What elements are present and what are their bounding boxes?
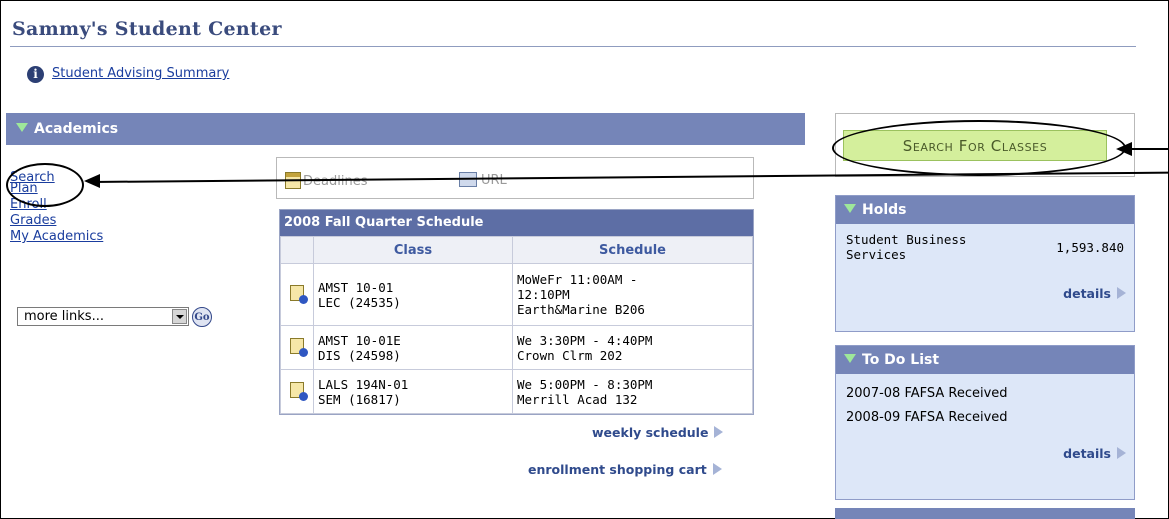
todo-item: 2007-08 FAFSA Received	[846, 386, 1008, 401]
holds-details-label: details	[1063, 286, 1111, 301]
table-row: AMST 10-01E DIS (24598) We 3:30PM - 4:40P…	[280, 325, 753, 370]
table-row: AMST 10-01 LEC (24535) MoWeFr 11:00AM -12…	[280, 263, 753, 326]
annotation-oval-search-button	[832, 120, 1126, 176]
todo-list: 2007-08 FAFSA Received 2008-09 FAFSA Rec…	[846, 382, 1008, 430]
tab-url-label: URL	[481, 173, 507, 188]
play-arrow-icon	[714, 426, 724, 438]
play-arrow-icon	[712, 463, 722, 475]
collapse-triangle-icon	[844, 354, 856, 363]
page-title: Sammy's Student Center	[12, 18, 282, 40]
todo-panel: To Do List 2007-08 FAFSA Received 2008-0…	[835, 345, 1135, 500]
schedule-panel: 2008 Fall Quarter Schedule Class Schedul…	[279, 209, 754, 415]
class-section: SEM (16817)	[318, 391, 401, 407]
schedule-time: We 3:30PM - 4:40PM	[517, 332, 653, 348]
weekly-schedule-label: weekly schedule	[592, 425, 709, 440]
collapse-triangle-icon	[16, 123, 28, 132]
hold-label-line1: Student Business	[846, 232, 967, 247]
class-code: AMST 10-01E	[318, 332, 401, 348]
todo-details-label: details	[1063, 446, 1111, 461]
weekly-schedule-link[interactable]: weekly schedule	[592, 425, 724, 440]
academics-header[interactable]: Academics	[6, 113, 805, 145]
nav-link-grades[interactable]: Grades	[10, 213, 103, 229]
todo-details-link[interactable]: details	[1063, 446, 1126, 461]
todo-body: 2007-08 FAFSA Received 2008-09 FAFSA Rec…	[836, 374, 1134, 505]
go-button[interactable]: Go	[192, 307, 212, 327]
annotation-oval-search-link	[6, 163, 84, 207]
column-header-class: Class	[313, 236, 513, 264]
holds-panel: Holds Student Business Services 1,593.84…	[835, 195, 1135, 332]
next-panel-header	[835, 508, 1135, 519]
enrollment-shopping-cart-link[interactable]: enrollment shopping cart	[528, 462, 722, 477]
tab-url[interactable]: URL	[459, 172, 507, 188]
class-calendar-icon[interactable]	[290, 382, 308, 401]
title-divider	[10, 46, 1136, 47]
hold-label-line2: Services	[846, 247, 907, 262]
enrollment-shopping-cart-label: enrollment shopping cart	[528, 462, 707, 477]
column-header-schedule: Schedule	[512, 236, 753, 264]
student-advising-summary-link[interactable]: Student Advising Summary	[52, 66, 229, 81]
tab-deadlines-label: Deadlines	[303, 174, 368, 189]
class-code: AMST 10-01	[318, 279, 394, 295]
schedule-time: MoWeFr 11:00AM -	[517, 272, 638, 287]
play-arrow-icon	[1117, 447, 1126, 459]
schedule-time-end: 12:10PM	[517, 287, 570, 302]
schedule-room: Merrill Acad 132	[517, 391, 638, 407]
schedule-room: Crown Clrm 202	[517, 347, 623, 363]
todo-header[interactable]: To Do List	[836, 346, 1134, 374]
schedule-table: Class Schedule AMST 10-01 LEC (24535) MoW…	[280, 236, 753, 414]
academics-header-label: Academics	[34, 121, 119, 137]
schedule-title: 2008 Fall Quarter Schedule	[280, 210, 753, 236]
class-calendar-icon[interactable]	[290, 338, 308, 357]
todo-item: 2008-09 FAFSA Received	[846, 410, 1008, 425]
table-row: LALS 194N-01 SEM (16817) We 5:00PM - 8:30…	[280, 369, 753, 414]
annotation-arrowhead	[84, 174, 100, 188]
icon-column-header	[280, 236, 314, 264]
info-icon: i	[27, 66, 44, 83]
class-calendar-icon[interactable]	[290, 285, 308, 304]
class-section: LEC (24535)	[318, 294, 401, 310]
class-section: DIS (24598)	[318, 347, 401, 363]
annotation-arrowhead	[1116, 142, 1132, 156]
holds-body: Student Business Services 1,593.840 deta…	[836, 224, 1134, 340]
dropdown-arrow-icon[interactable]	[172, 309, 187, 324]
play-arrow-icon	[1117, 287, 1126, 299]
todo-header-label: To Do List	[862, 352, 940, 368]
hold-item-label: Student Business Services	[846, 232, 966, 262]
schedule-room: Earth&Marine B206	[517, 302, 645, 317]
holds-details-link[interactable]: details	[1063, 286, 1126, 301]
nav-link-my-academics[interactable]: My Academics	[10, 229, 103, 245]
more-links-value: more links...	[24, 309, 104, 324]
collapse-triangle-icon	[844, 204, 856, 213]
more-links-dropdown[interactable]: more links...	[17, 307, 189, 326]
schedule-time: We 5:00PM - 8:30PM	[517, 376, 653, 392]
holds-header[interactable]: Holds	[836, 196, 1134, 224]
class-code: LALS 194N-01	[318, 376, 409, 392]
holds-header-label: Holds	[862, 202, 907, 218]
hold-amount: 1,593.840	[1056, 240, 1124, 255]
